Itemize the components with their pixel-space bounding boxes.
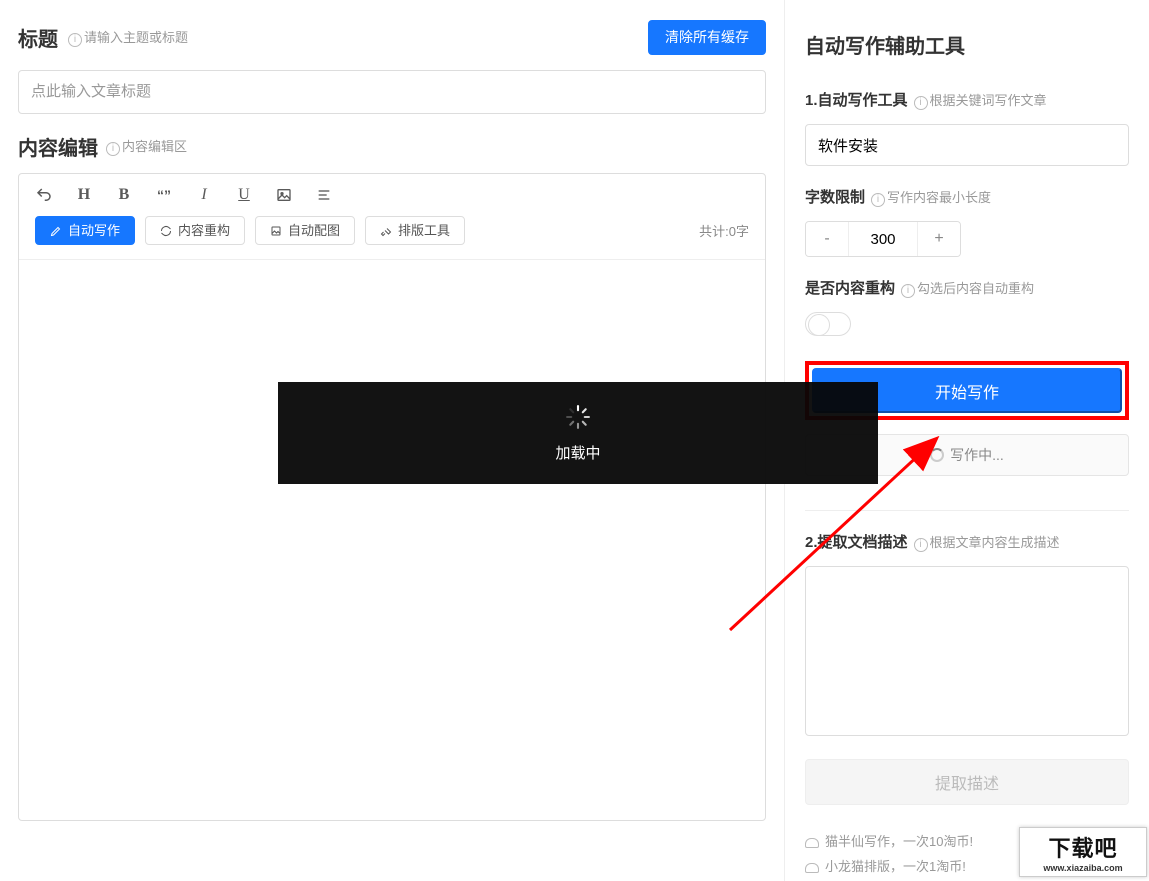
undo-icon[interactable]: [35, 186, 53, 204]
loading-text: 加载中: [555, 442, 600, 463]
wordlimit-stepper: - +: [805, 221, 961, 257]
wordlimit-header: 字数限制 i写作内容最小长度: [805, 186, 1129, 207]
editor-action-toolbar: 自动写作 内容重构 自动配图 排版工具 共计:0字: [19, 212, 765, 261]
cloud-icon: [805, 863, 819, 873]
sidebar-title: 自动写作辅助工具: [805, 30, 1129, 59]
sec2-header: 2.提取文档描述 i根据文章内容生成描述: [805, 531, 1129, 552]
heading-icon[interactable]: H: [75, 186, 93, 204]
clear-cache-button[interactable]: 清除所有缓存: [648, 20, 766, 55]
editor-format-toolbar: H B “” I U: [19, 174, 765, 212]
underline-icon[interactable]: U: [235, 186, 253, 204]
editor-content-area[interactable]: [19, 260, 765, 820]
title-label: 标题: [18, 23, 58, 52]
layout-button[interactable]: 排版工具: [365, 216, 465, 246]
info-icon: i: [914, 96, 928, 110]
keyword-input[interactable]: [805, 124, 1129, 166]
italic-icon[interactable]: I: [195, 186, 213, 204]
info-icon: i: [106, 142, 120, 156]
spinner-icon: [565, 404, 591, 430]
loading-overlay: 加载中: [278, 382, 878, 484]
bold-icon[interactable]: B: [115, 186, 133, 204]
content-hint: i内容编辑区: [106, 136, 187, 156]
cloud-icon: [805, 838, 819, 848]
description-textarea[interactable]: [805, 566, 1129, 736]
content-header-row: 内容编辑 i内容编辑区: [18, 132, 766, 161]
stepper-decrease-button[interactable]: -: [806, 222, 848, 256]
restructure-toggle[interactable]: [805, 312, 851, 336]
info-icon: i: [68, 33, 82, 47]
article-title-input[interactable]: [18, 70, 766, 114]
content-label: 内容编辑: [18, 132, 98, 161]
wordlimit-input[interactable]: [848, 222, 918, 256]
title-header-row: 标题 i请输入主题或标题 清除所有缓存: [18, 20, 766, 55]
restructure-button[interactable]: 内容重构: [145, 216, 245, 246]
info-icon: i: [901, 284, 915, 298]
watermark-logo: 下载吧 www.xiazaiba.com: [1019, 827, 1147, 877]
autoimage-button[interactable]: 自动配图: [255, 216, 355, 246]
quote-icon[interactable]: “”: [155, 186, 173, 204]
editor-container: H B “” I U 自动写作 内容重: [18, 173, 766, 822]
autowrite-button[interactable]: 自动写作: [35, 216, 135, 246]
stepper-increase-button[interactable]: +: [918, 222, 960, 256]
align-icon[interactable]: [315, 186, 333, 204]
word-count: 共计:0字: [699, 221, 749, 240]
sec1-header: 1.自动写作工具 i根据关键词写作文章: [805, 89, 1129, 110]
restructure-header: 是否内容重构 i勾选后内容自动重构: [805, 277, 1129, 298]
info-icon: i: [914, 538, 928, 552]
image-icon[interactable]: [275, 186, 293, 204]
title-hint: i请输入主题或标题: [68, 27, 188, 47]
extract-description-button[interactable]: 提取描述: [805, 759, 1129, 805]
loading-spinner-icon: [930, 448, 944, 462]
info-icon: i: [871, 193, 885, 207]
